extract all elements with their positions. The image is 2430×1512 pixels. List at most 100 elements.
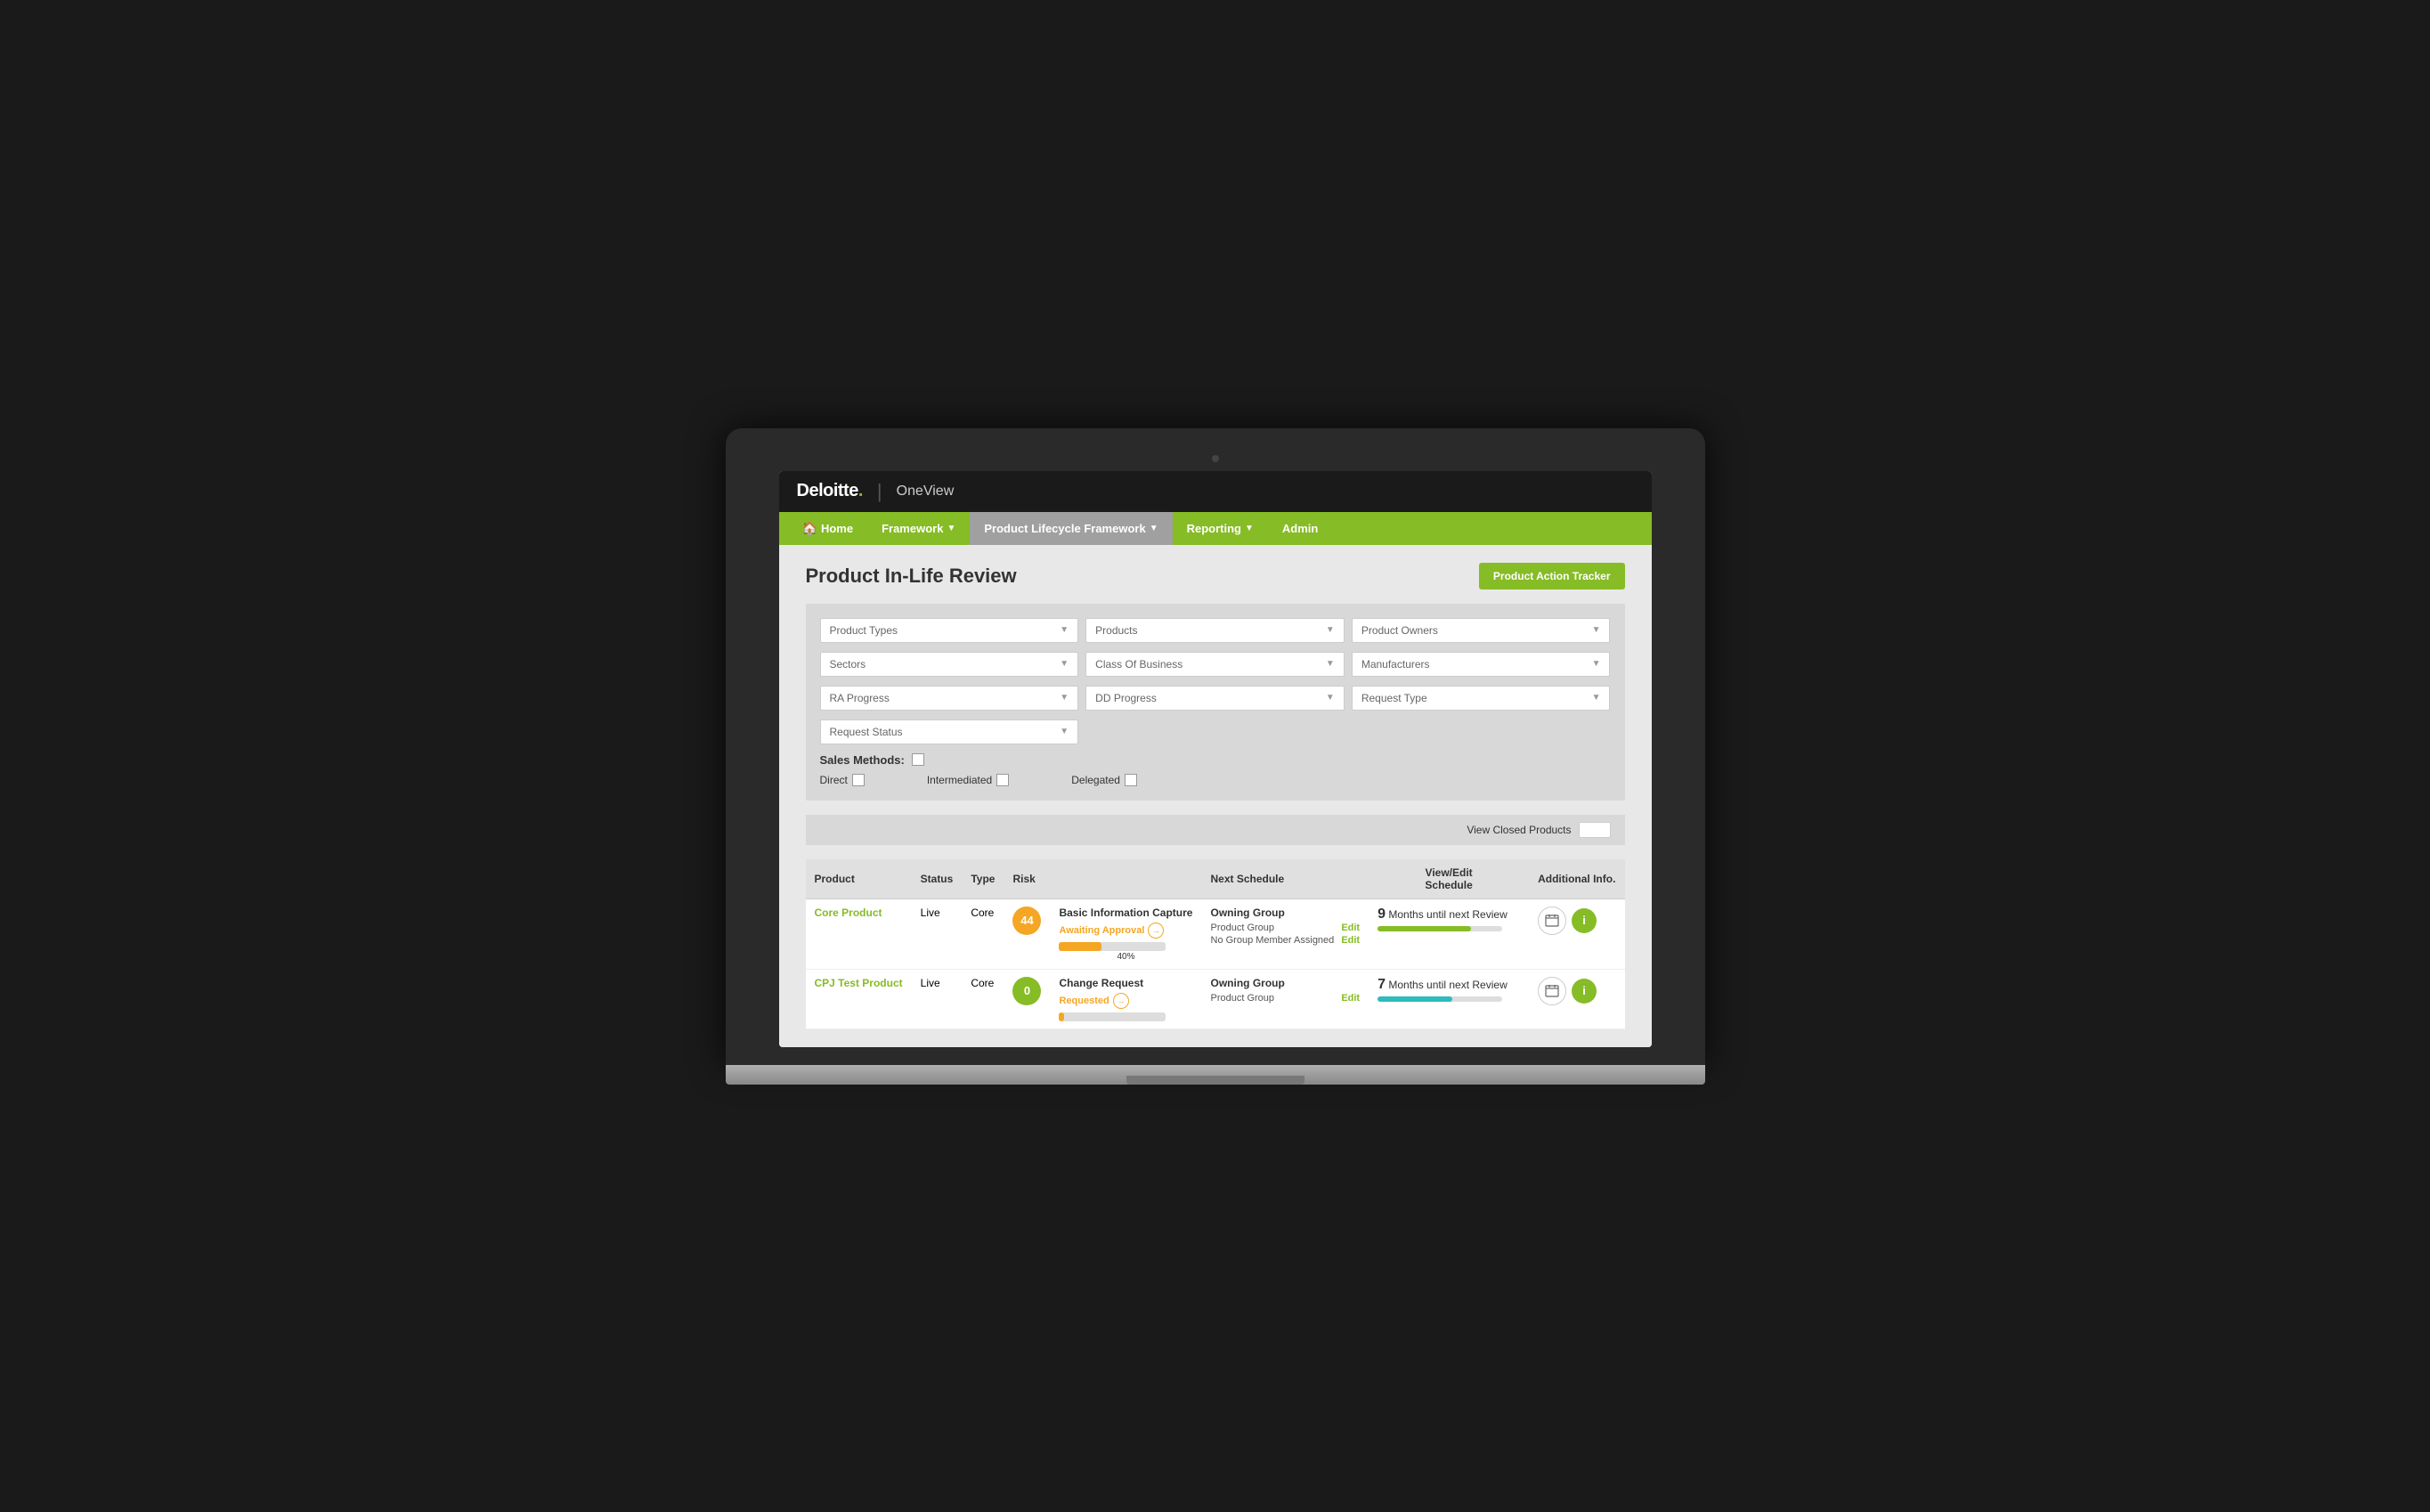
main-content: Product In-Life Review Product Action Tr… (779, 545, 1652, 1047)
edit-link-2[interactable]: Edit (1341, 935, 1360, 946)
chevron-down-icon: ▼ (1592, 625, 1601, 635)
sales-methods-checkbox-all[interactable] (912, 753, 924, 766)
filter-row-2: Sectors ▼ Class Of Business ▼ Manufactur… (820, 652, 1611, 677)
data-table: Product Status Type Risk Next Schedule V… (806, 859, 1625, 1029)
product-name-cell: CPJ Test Product (806, 969, 912, 1028)
edit-link[interactable]: Edit (1341, 923, 1360, 933)
filter-product-owners[interactable]: Product Owners ▼ (1352, 618, 1611, 643)
top-bar: Deloitte. | OneView (779, 471, 1652, 512)
owning-group-cell: Owning Group Product Group Edit No Group… (1202, 898, 1369, 969)
logo-divider: | (877, 480, 882, 503)
chevron-down-icon: ▼ (1150, 524, 1158, 533)
nav-product-lifecycle[interactable]: Product Lifecycle Framework ▼ (970, 512, 1172, 545)
nav-reporting[interactable]: Reporting ▼ (1173, 512, 1268, 545)
type-cell: Core (962, 969, 1004, 1028)
intermediated-checkbox-item: Intermediated (927, 774, 1009, 786)
col-risk: Risk (1004, 859, 1050, 899)
schedule-bar (1378, 926, 1502, 931)
progress-arrow-icon: → (1148, 923, 1164, 939)
schedule-bar-fill (1378, 996, 1452, 1002)
chevron-down-icon: ▼ (1326, 693, 1335, 703)
schedule-icon-button[interactable] (1538, 906, 1566, 935)
col-view-edit-schedule: View/EditSchedule (1369, 859, 1529, 899)
risk-cell: 44 (1004, 898, 1050, 969)
owning-group-section: Owning Group Product Group Edit (1211, 977, 1361, 1004)
progress-status: Awaiting Approval → (1059, 923, 1192, 939)
info-icon-button[interactable]: i (1572, 979, 1597, 1004)
filter-sectors[interactable]: Sectors ▼ (820, 652, 1079, 677)
product-link[interactable]: Core Product (815, 906, 882, 919)
col-progress (1050, 859, 1201, 899)
type-value: Core (971, 906, 994, 919)
nav-bar: 🏠 Home Framework ▼ Product Lifecycle Fra… (779, 512, 1652, 545)
chevron-down-icon: ▼ (1060, 693, 1069, 703)
sales-methods-section: Sales Methods: (820, 753, 1611, 767)
filter-row-3: RA Progress ▼ DD Progress ▼ Request Type… (820, 686, 1611, 711)
filter-request-type[interactable]: Request Type ▼ (1352, 686, 1611, 711)
progress-section: Change Request Requested → (1059, 977, 1192, 1021)
schedule-months: 9 Months until next Review (1378, 906, 1520, 923)
schedule-cell: 7 Months until next Review (1369, 969, 1529, 1028)
progress-title: Change Request (1059, 977, 1192, 989)
chevron-down-icon: ▼ (1060, 727, 1069, 736)
risk-badge: 44 (1012, 906, 1041, 935)
home-icon: 🏠 (802, 521, 817, 536)
chevron-down-icon: ▼ (1245, 524, 1254, 533)
direct-checkbox-item: Direct (820, 774, 865, 786)
filter-row-1: Product Types ▼ Products ▼ Product Owner… (820, 618, 1611, 643)
view-closed-toggle[interactable] (1579, 822, 1611, 838)
delegated-checkbox-item: Delegated (1071, 774, 1137, 786)
filter-row-4: Request Status ▼ (820, 719, 1611, 744)
progress-pct: 40% (1059, 952, 1192, 962)
product-link[interactable]: CPJ Test Product (815, 977, 903, 989)
chevron-down-icon: ▼ (1326, 625, 1335, 635)
chevron-down-icon: ▼ (947, 524, 955, 533)
actions-col: i (1538, 906, 1615, 935)
schedule-cell: 9 Months until next Review (1369, 898, 1529, 969)
chevron-down-icon: ▼ (1326, 659, 1335, 669)
filter-manufacturers[interactable]: Manufacturers ▼ (1352, 652, 1611, 677)
edit-link[interactable]: Edit (1341, 993, 1360, 1004)
filter-request-status[interactable]: Request Status ▼ (820, 719, 1079, 744)
table-row: CPJ Test Product Live Core 0 (806, 969, 1625, 1028)
schedule-bar (1378, 996, 1502, 1002)
filter-ra-progress[interactable]: RA Progress ▼ (820, 686, 1079, 711)
owning-group-section: Owning Group Product Group Edit No Group… (1211, 906, 1361, 946)
owning-group-row: Product Group Edit (1211, 923, 1361, 933)
chevron-down-icon: ▼ (1592, 693, 1601, 703)
type-value: Core (971, 977, 994, 989)
action-tracker-button[interactable]: Product Action Tracker (1479, 563, 1625, 589)
filter-dd-progress[interactable]: DD Progress ▼ (1085, 686, 1345, 711)
toggle-row: View Closed Products (806, 815, 1625, 845)
nav-admin[interactable]: Admin (1268, 512, 1332, 545)
delegated-checkbox[interactable] (1125, 774, 1137, 786)
intermediated-checkbox[interactable] (996, 774, 1009, 786)
logo-deloitte: Deloitte. (797, 481, 863, 501)
laptop-shell: Deloitte. | OneView 🏠 Home Framework ▼ P… (726, 428, 1705, 1085)
direct-checkbox[interactable] (852, 774, 865, 786)
product-name-cell: Core Product (806, 898, 912, 969)
status-badge: Live (921, 977, 940, 989)
progress-arrow-icon: → (1113, 993, 1129, 1009)
schedule-icon-button[interactable] (1538, 977, 1566, 1005)
progress-title: Basic Information Capture (1059, 906, 1192, 919)
nav-home[interactable]: 🏠 Home (788, 512, 868, 545)
no-group-row: No Group Member Assigned Edit (1211, 935, 1361, 946)
owning-group-title: Owning Group (1211, 977, 1361, 989)
filter-panel: Product Types ▼ Products ▼ Product Owner… (806, 604, 1625, 801)
col-status: Status (912, 859, 963, 899)
filter-products[interactable]: Products ▼ (1085, 618, 1345, 643)
actions-col: i (1538, 977, 1615, 1005)
chevron-down-icon: ▼ (1060, 625, 1069, 635)
progress-bar (1059, 942, 1166, 951)
filter-class-of-business[interactable]: Class Of Business ▼ (1085, 652, 1345, 677)
chevron-down-icon: ▼ (1060, 659, 1069, 669)
info-icon-button[interactable]: i (1572, 908, 1597, 933)
nav-framework[interactable]: Framework ▼ (867, 512, 970, 545)
table-header-row: Product Status Type Risk Next Schedule V… (806, 859, 1625, 899)
page-title: Product In-Life Review (806, 565, 1017, 588)
progress-bar-fill (1059, 942, 1101, 951)
col-product: Product (806, 859, 912, 899)
filter-product-types[interactable]: Product Types ▼ (820, 618, 1079, 643)
table-row: Core Product Live Core 44 (806, 898, 1625, 969)
